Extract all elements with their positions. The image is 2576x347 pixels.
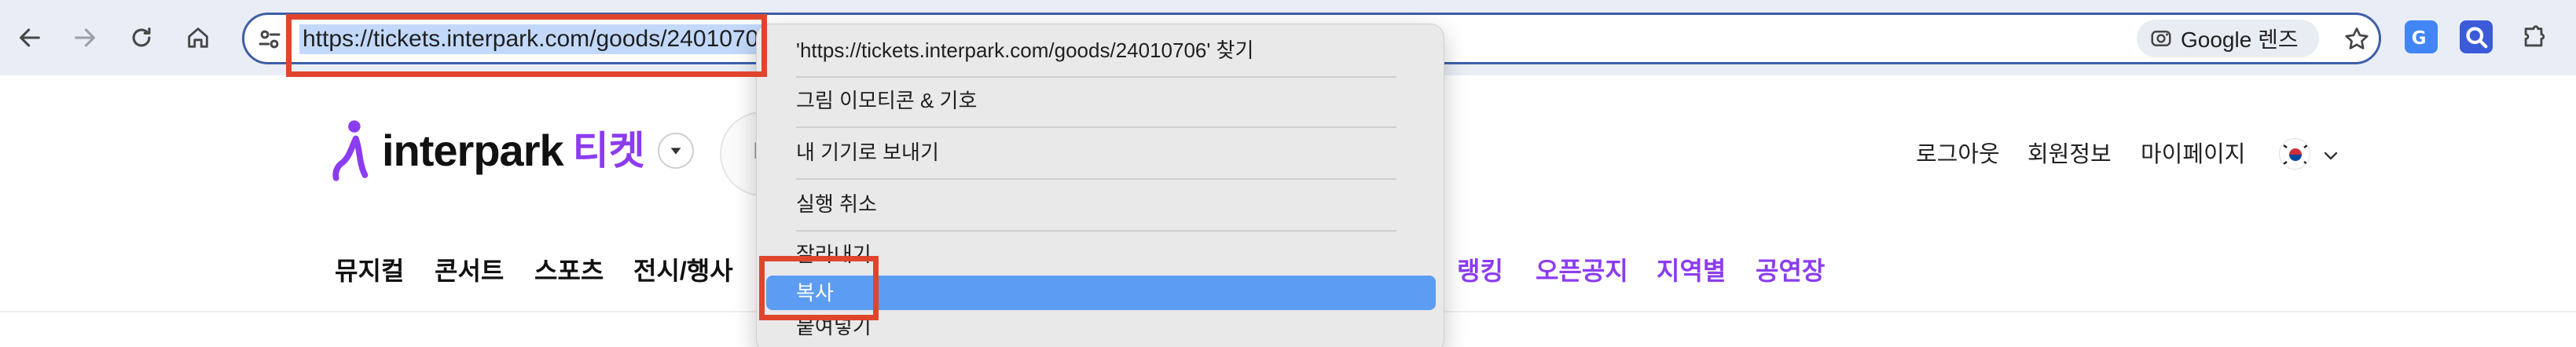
nav-region[interactable]: 지역별	[1657, 254, 1726, 287]
site-info-icon[interactable]	[255, 25, 284, 53]
back-icon	[20, 28, 40, 47]
url-highlight-box	[286, 14, 767, 77]
forward-button[interactable]	[63, 16, 107, 60]
star-icon[interactable]	[2343, 25, 2371, 53]
lens-icon	[2151, 31, 2171, 46]
nav-venue[interactable]: 공연장	[1756, 254, 1825, 287]
korea-flag-icon[interactable]	[2279, 138, 2310, 170]
menu-separator	[796, 230, 1396, 232]
reload-icon	[132, 27, 151, 47]
puzzle-icon	[2524, 25, 2545, 47]
nav-musical[interactable]: 뮤지컬	[335, 254, 404, 287]
interpark-logo-icon	[332, 120, 369, 181]
menu-separator	[796, 76, 1396, 78]
menu-separator	[796, 126, 1396, 128]
nav-ranking[interactable]: 랭킹	[1457, 254, 1503, 287]
nav-concert[interactable]: 콘서트	[435, 254, 504, 287]
extension-icon	[2466, 27, 2488, 49]
nav-sports[interactable]: 스포츠	[534, 254, 604, 287]
screen: https://tickets.interpark.com/goods/2401…	[0, 0, 2576, 347]
site-logo[interactable]: interpark 티켓	[328, 119, 694, 182]
copy-highlight-box	[759, 256, 879, 320]
menu-item-emoji-symbols[interactable]: 그림 이모티콘 & 기호	[796, 87, 977, 114]
back-button[interactable]	[8, 16, 52, 60]
home-button[interactable]	[176, 16, 220, 60]
menu-item-send-to-device[interactable]: 내 기기로 보내기	[796, 139, 939, 166]
forward-icon	[75, 28, 95, 47]
svg-text:G: G	[2412, 28, 2427, 49]
search-extension[interactable]	[2460, 20, 2493, 53]
member-info-link[interactable]: 회원정보	[2027, 140, 2112, 170]
chevron-down-icon[interactable]	[2321, 146, 2340, 165]
translate-extension[interactable]: G	[2405, 20, 2438, 53]
home-icon	[188, 27, 208, 48]
service-dropdown-button[interactable]	[657, 133, 694, 169]
nav-exhibition[interactable]: 전시/행사	[633, 254, 733, 287]
extensions-button[interactable]	[2512, 16, 2556, 60]
translate-icon: G	[2412, 28, 2427, 49]
reload-button[interactable]	[119, 16, 163, 60]
mypage-link[interactable]: 마이페이지	[2141, 140, 2245, 170]
caret-down-icon	[670, 148, 681, 155]
menu-separator	[796, 178, 1396, 180]
menu-item-search-url[interactable]: 'https://tickets.interpark.com/goods/240…	[796, 37, 1253, 64]
logout-link[interactable]: 로그아웃	[1916, 140, 2000, 170]
menu-item-undo[interactable]: 실행 취소	[796, 191, 877, 217]
logo-ticket: 티켓	[572, 129, 645, 173]
google-lens-button[interactable]: Google 렌즈	[2137, 20, 2319, 57]
nav-open-notice[interactable]: 오픈공지	[1536, 254, 1628, 287]
lens-label: Google 렌즈	[2181, 27, 2299, 52]
logo-text: interpark	[382, 126, 564, 175]
